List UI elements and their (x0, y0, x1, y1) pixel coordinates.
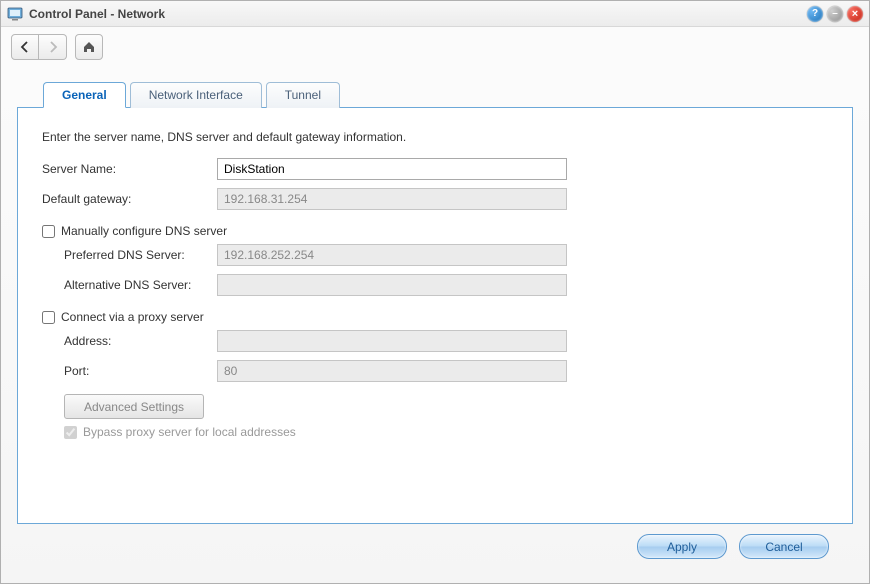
toolbar (1, 27, 869, 67)
manual-dns-checkbox[interactable] (42, 225, 55, 238)
footer: Apply Cancel (17, 524, 853, 573)
proxy-port-input (217, 360, 567, 382)
window: Control Panel - Network General Network … (0, 0, 870, 584)
proxy-port-label: Port: (42, 364, 217, 378)
close-icon[interactable] (847, 6, 863, 22)
server-name-label: Server Name: (42, 162, 217, 176)
bypass-proxy-checkbox (64, 426, 77, 439)
server-name-input[interactable] (217, 158, 567, 180)
titlebar: Control Panel - Network (1, 1, 869, 27)
proxy-label: Connect via a proxy server (61, 310, 204, 324)
tab-tunnel[interactable]: Tunnel (266, 82, 340, 108)
proxy-address-input (217, 330, 567, 352)
advanced-settings-button: Advanced Settings (64, 394, 204, 419)
nav-group (11, 34, 67, 60)
alt-dns-input (217, 274, 567, 296)
help-icon[interactable] (807, 6, 823, 22)
app-icon (7, 6, 23, 22)
default-gateway-label: Default gateway: (42, 192, 217, 206)
home-button[interactable] (75, 34, 103, 60)
cancel-button[interactable]: Cancel (739, 534, 829, 559)
intro-text: Enter the server name, DNS server and de… (42, 130, 828, 144)
manual-dns-label: Manually configure DNS server (61, 224, 227, 238)
tabs: General Network Interface Tunnel (17, 81, 853, 107)
minimize-icon[interactable] (827, 6, 843, 22)
tab-network-interface[interactable]: Network Interface (130, 82, 262, 108)
apply-button[interactable]: Apply (637, 534, 727, 559)
body: General Network Interface Tunnel Enter t… (1, 67, 869, 583)
forward-button[interactable] (39, 34, 67, 60)
back-button[interactable] (11, 34, 39, 60)
preferred-dns-label: Preferred DNS Server: (42, 248, 217, 262)
window-title: Control Panel - Network (29, 7, 803, 21)
tab-general[interactable]: General (43, 82, 126, 108)
preferred-dns-input (217, 244, 567, 266)
bypass-proxy-label: Bypass proxy server for local addresses (83, 425, 296, 439)
alt-dns-label: Alternative DNS Server: (42, 278, 217, 292)
default-gateway-input (217, 188, 567, 210)
proxy-checkbox[interactable] (42, 311, 55, 324)
proxy-address-label: Address: (42, 334, 217, 348)
tabpanel-general: Enter the server name, DNS server and de… (17, 107, 853, 524)
